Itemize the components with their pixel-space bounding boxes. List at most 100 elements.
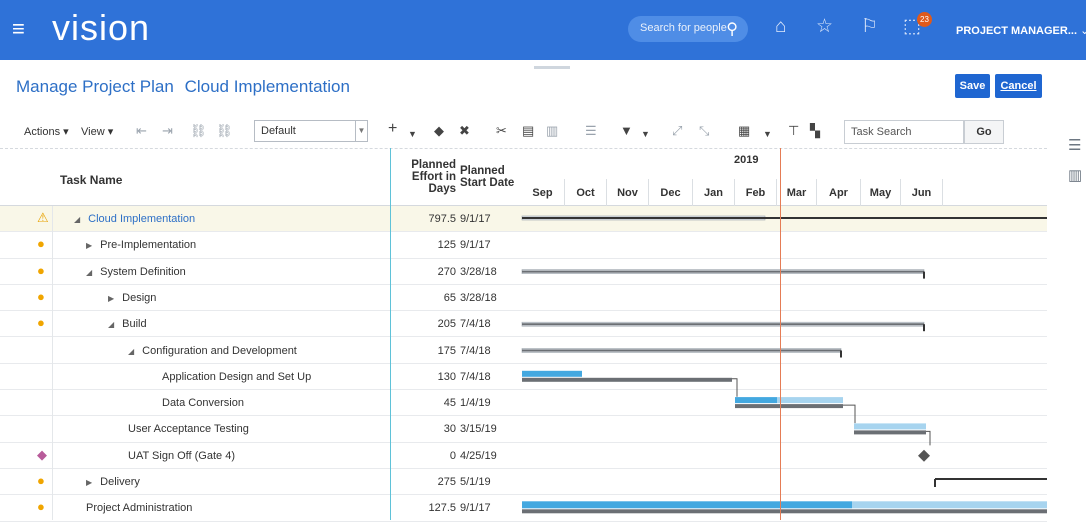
effort-cell: 275	[437, 476, 456, 488]
task-name-cell[interactable]: Application Design and Set Up	[162, 371, 311, 383]
filter-menu-caret-icon[interactable]: ▼	[641, 126, 650, 142]
cut-icon[interactable]: ✂	[496, 123, 507, 139]
grid-header: Task Name Planned Effort in Days Planned…	[0, 148, 1047, 208]
start-date-cell: 4/25/19	[460, 449, 497, 462]
task-name-cell[interactable]: ◢ Build	[108, 318, 147, 330]
details-panel-icon[interactable]: ☰	[1068, 136, 1081, 154]
star-icon[interactable]: ☆	[816, 17, 833, 37]
collapse-row-icon[interactable]: ◢	[86, 268, 92, 277]
flag-icon[interactable]: ⚐	[861, 17, 878, 37]
add-resource-icon[interactable]: ▦	[738, 123, 750, 139]
resource-menu-caret-icon[interactable]: ▼	[763, 126, 772, 142]
filter-icon[interactable]: ▼	[620, 123, 633, 139]
copy-icon[interactable]: ▤	[522, 123, 534, 139]
gantt-bar-app-design-actual[interactable]	[522, 370, 582, 377]
notification-badge[interactable]: 23	[917, 12, 932, 27]
unlink-icon[interactable]: ⛓	[216, 123, 233, 139]
task-name: Application Design and Set Up	[162, 370, 312, 383]
timeline-month: Oct	[565, 179, 607, 208]
task-search-placeholder: Task Search	[851, 126, 912, 138]
task-name-cell[interactable]: Project Administration	[86, 502, 192, 514]
timeline-month: Mar	[777, 179, 817, 208]
schedule-icon[interactable]: ⊤	[788, 123, 799, 139]
add-task-icon[interactable]: +	[388, 121, 397, 137]
timeline-month: Feb	[735, 179, 777, 208]
actions-menu-label: Actions	[24, 126, 61, 138]
paste-icon[interactable]: ▥	[546, 123, 558, 139]
column-effort[interactable]: Planned Effort in Days	[392, 159, 456, 195]
cost-icon: ●	[37, 473, 45, 488]
panel-resize-handle[interactable]	[534, 66, 570, 69]
gantt-settings-icon[interactable]: ▚	[810, 123, 820, 139]
search-icon[interactable]: ⚲	[726, 19, 738, 39]
start-date-cell: 7/4/18	[460, 318, 491, 331]
task-name: User Acceptance Testing	[128, 423, 249, 436]
task-name-cell[interactable]: User Acceptance Testing	[128, 423, 249, 435]
project-name: Cloud Implementation	[184, 77, 350, 96]
chevron-down-icon: ⌄	[1080, 25, 1086, 37]
task-search-input[interactable]: Task Search	[844, 120, 964, 144]
indent-icon[interactable]: ⇥	[162, 123, 173, 139]
task-name-cell[interactable]: ◢ Cloud Implementation	[74, 213, 195, 225]
wrap-icon[interactable]: ☰	[585, 123, 597, 139]
gantt-dependency-arrow[interactable]	[732, 378, 738, 397]
task-name-cell[interactable]: ◢ Configuration and Development	[128, 345, 297, 357]
expand-icon[interactable]: ⤢	[672, 123, 682, 139]
gantt-dependency-arrow[interactable]	[926, 430, 931, 446]
cost-icon: ●	[37, 499, 45, 515]
caret-down-icon: ▾	[63, 126, 69, 138]
cancel-button[interactable]: Cancel	[995, 74, 1042, 98]
gantt-bar-project-admin-baseline[interactable]	[522, 509, 1047, 514]
actions-menu[interactable]: Actions ▾	[24, 125, 69, 138]
gantt-milestone-uat-sign-off[interactable]	[918, 449, 930, 462]
analytics-icon[interactable]: ▥	[1068, 166, 1082, 184]
task-name-cell[interactable]: ▶ Design	[108, 292, 156, 304]
collapse-row-icon[interactable]: ◢	[128, 347, 134, 356]
go-button[interactable]: Go	[964, 120, 1004, 144]
gantt-bar-data-conversion-actual[interactable]	[735, 397, 777, 404]
collapse-icon[interactable]: ⤡	[699, 123, 709, 139]
warning-icon: ⚠	[37, 210, 49, 225]
start-date-cell: 1/4/19	[460, 397, 491, 410]
task-name-cell[interactable]: ◢ System Definition	[86, 266, 186, 278]
column-effort-line: Effort in	[411, 171, 456, 183]
home-icon[interactable]: ⌂	[775, 17, 786, 37]
view-menu[interactable]: View ▾	[81, 125, 113, 138]
user-menu[interactable]: PROJECT MANAGER... ⌄	[956, 24, 1086, 37]
gantt-bar-uat-baseline[interactable]	[854, 430, 926, 435]
outdent-icon[interactable]: ⇤	[136, 123, 147, 139]
task-name-cell[interactable]: ▶ Pre-Implementation	[86, 239, 196, 251]
gantt-bar-project-admin-actual[interactable]	[522, 501, 852, 509]
gantt-dependency-arrow[interactable]	[843, 404, 856, 424]
menu-icon[interactable]: ≡	[12, 18, 25, 40]
plan-toolbar: Actions ▾ View ▾ ⇤ ⇥ ⛓ ⛓ Default ▼ + ▼ ◆…	[0, 118, 1060, 146]
gantt-bar-uat-planned[interactable]	[854, 423, 926, 430]
gantt-bar-app-design-baseline[interactable]	[522, 377, 732, 382]
people-search-input[interactable]: Search for people ⚲	[628, 16, 748, 42]
column-effort-line: Planned	[411, 159, 456, 171]
task-name-cell[interactable]: Data Conversion	[162, 397, 244, 409]
gantt-bar-data-conversion-planned[interactable]	[777, 397, 843, 404]
column-task-name[interactable]: Task Name	[60, 173, 122, 187]
view-select[interactable]: Default ▼	[254, 120, 368, 142]
user-menu-label: PROJECT MANAGER...	[956, 25, 1078, 37]
task-name-cell[interactable]: UAT Sign Off (Gate 4)	[128, 450, 235, 462]
gantt-bar-data-conversion-baseline[interactable]	[735, 404, 843, 409]
collapse-row-icon[interactable]: ◢	[74, 215, 80, 224]
gantt-bar-project-admin-planned[interactable]	[852, 501, 1047, 509]
expand-row-icon[interactable]: ▶	[86, 241, 92, 250]
expand-row-icon[interactable]: ▶	[108, 294, 114, 303]
task-name: System Definition	[100, 265, 186, 278]
effort-cell: 205	[437, 318, 456, 331]
timeline-month: May	[861, 179, 901, 208]
expand-row-icon[interactable]: ▶	[86, 478, 92, 487]
grid-splitter[interactable]	[390, 148, 391, 520]
add-menu-caret-icon[interactable]: ▼	[408, 126, 417, 142]
task-name-cell[interactable]: ▶ Delivery	[86, 476, 140, 488]
link-icon[interactable]: ⛓	[190, 123, 207, 139]
save-button[interactable]: Save	[955, 74, 990, 98]
collapse-row-icon[interactable]: ◢	[108, 320, 114, 329]
delete-icon[interactable]: ✖	[459, 123, 470, 139]
column-start[interactable]: Planned Start Date	[460, 165, 520, 189]
add-milestone-icon[interactable]: ◆	[434, 123, 444, 139]
